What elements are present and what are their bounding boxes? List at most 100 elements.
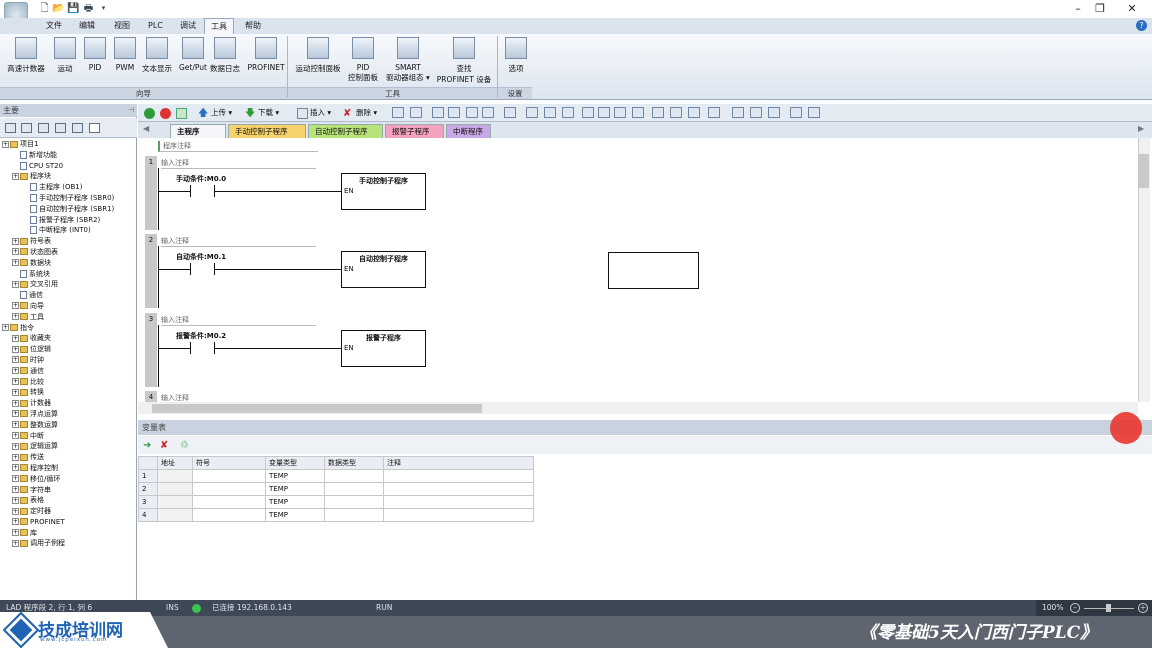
tree-item[interactable]: 通信: [2, 290, 114, 301]
tree-item[interactable]: + 符号表: [2, 236, 114, 247]
horizontal-scroll-thumb[interactable]: [152, 404, 482, 413]
refresh-icon[interactable]: ♲: [180, 440, 191, 451]
upload-button[interactable]: 🡅 上传 ▾: [198, 106, 232, 120]
toolbar-tool-22-icon[interactable]: [808, 107, 820, 118]
data-type-cell[interactable]: [324, 469, 384, 483]
comment-cell[interactable]: [383, 482, 534, 496]
tree-item[interactable]: 新增功能: [2, 150, 114, 161]
delete-row-icon[interactable]: ✘: [160, 440, 171, 451]
tree-item[interactable]: + 通信: [2, 366, 114, 377]
toolbar-tool-5-icon[interactable]: [482, 107, 494, 118]
menu-2[interactable]: 视图: [108, 18, 136, 34]
tree-item[interactable]: + 状态图表: [2, 247, 114, 258]
tree-item[interactable]: + 指令: [2, 323, 114, 334]
tree-item[interactable]: + 浮点运算: [2, 409, 114, 420]
comment-cell[interactable]: [383, 469, 534, 483]
expand-icon[interactable]: +: [12, 421, 19, 429]
tree-item[interactable]: CPU ST20: [2, 161, 114, 172]
tree-item[interactable]: + 比较: [2, 377, 114, 388]
expand-icon[interactable]: +: [12, 280, 19, 288]
tab-2[interactable]: 自动控制子程序: [308, 124, 383, 138]
data-type-cell[interactable]: [324, 508, 384, 522]
tab-3[interactable]: 报警子程序: [385, 124, 444, 138]
expand-icon[interactable]: +: [12, 410, 19, 418]
data-type-cell[interactable]: [324, 482, 384, 496]
toolbar-tool-15-icon[interactable]: [670, 107, 682, 118]
toolbar-tool-3-icon[interactable]: [448, 107, 460, 118]
tree-view-icon[interactable]: [5, 123, 16, 133]
toolbar-tool-2-icon[interactable]: [432, 107, 444, 118]
ribbon-0-1-button[interactable]: 运动: [52, 37, 78, 87]
expand-icon[interactable]: +: [12, 302, 19, 310]
tree-item[interactable]: 自动控制子程序 (SBR1): [2, 204, 114, 215]
toolbar-tool-4-icon[interactable]: [466, 107, 478, 118]
tab-scroll-left-icon[interactable]: ◀: [143, 124, 149, 133]
contact-left[interactable]: [190, 342, 191, 354]
ribbon-0-7-button[interactable]: PROFINET: [246, 37, 286, 87]
expand-icon[interactable]: +: [12, 453, 19, 461]
network-comment[interactable]: 输入注释: [161, 236, 316, 247]
toolbar-tool-10-icon[interactable]: [582, 107, 594, 118]
subroutine-call-box[interactable]: 报警子程序 EN: [341, 330, 426, 367]
tab-4[interactable]: 中断程序: [446, 124, 491, 138]
data-type-cell[interactable]: [324, 495, 384, 509]
menu-4[interactable]: 调试: [174, 18, 202, 34]
expand-icon[interactable]: +: [12, 334, 19, 342]
expand-icon[interactable]: +: [12, 172, 19, 180]
expand-icon[interactable]: +: [12, 378, 19, 386]
toolbar-tool-19-icon[interactable]: [750, 107, 762, 118]
vertical-scroll-thumb[interactable]: [1138, 154, 1149, 188]
tree-item[interactable]: + 时钟: [2, 355, 114, 366]
expand-icon[interactable]: +: [12, 367, 19, 375]
tree-item[interactable]: + 位逻辑: [2, 344, 114, 355]
symbol-cell[interactable]: [192, 469, 266, 483]
tree-item[interactable]: + 收藏夹: [2, 333, 114, 344]
tree-item[interactable]: + 调用子例程: [2, 538, 114, 549]
run-icon[interactable]: [144, 106, 157, 120]
network-comment[interactable]: 输入注释: [161, 158, 316, 169]
program-comment[interactable]: 程序注释: [158, 141, 318, 152]
toolbar-tool-6-icon[interactable]: [504, 107, 516, 118]
table-row[interactable]: 3 TEMP: [138, 495, 534, 509]
menu-1[interactable]: 编辑: [73, 18, 101, 34]
expand-icon[interactable]: +: [12, 464, 19, 472]
network-comment[interactable]: 输入注释: [161, 315, 316, 326]
menu-0[interactable]: 文件: [40, 18, 68, 34]
tree-props-icon[interactable]: [38, 123, 49, 133]
tab-1[interactable]: 手动控制子程序: [228, 124, 306, 138]
tab-0[interactable]: 主程序: [170, 124, 226, 138]
ribbon-0-2-button[interactable]: PID: [82, 37, 108, 87]
ribbon-1-3-button[interactable]: 查找 PROFINET 设备: [436, 37, 492, 87]
subroutine-call-box[interactable]: 自动控制子程序 EN: [341, 251, 426, 288]
symbol-cell[interactable]: [192, 508, 266, 522]
ribbon-0-6-button[interactable]: 数据日志: [208, 37, 242, 87]
toolbar-tool-17-icon[interactable]: [708, 107, 720, 118]
expand-icon[interactable]: +: [12, 313, 19, 321]
expand-icon[interactable]: +: [12, 248, 19, 256]
open-folder-icon[interactable]: 📂: [52, 2, 65, 15]
expand-icon[interactable]: +: [12, 432, 19, 440]
tree-item[interactable]: + 计数器: [2, 398, 114, 409]
pin-icon[interactable]: ⊣: [128, 106, 134, 114]
toolbar-tool-13-icon[interactable]: [632, 107, 644, 118]
symbol-cell[interactable]: [192, 482, 266, 496]
stop-icon[interactable]: [160, 106, 173, 120]
expand-icon[interactable]: +: [12, 518, 19, 526]
toolbar-tool-9-icon[interactable]: [562, 107, 574, 118]
insert-button[interactable]: 插入 ▾: [297, 106, 331, 120]
tree-item[interactable]: + 程序控制: [2, 463, 114, 474]
expand-icon[interactable]: +: [12, 237, 19, 245]
expand-icon[interactable]: +: [2, 140, 9, 148]
help-icon[interactable]: ?: [1136, 20, 1147, 31]
tree-item[interactable]: + 定时器: [2, 506, 114, 517]
toolbar-tool-20-icon[interactable]: [768, 107, 780, 118]
tree-item[interactable]: + 移位/循环: [2, 474, 114, 485]
zoom-slider-thumb[interactable]: [1106, 604, 1111, 612]
ribbon-1-2-button[interactable]: SMART 驱动器组态 ▾: [382, 37, 434, 87]
expand-icon[interactable]: +: [12, 388, 19, 396]
expand-icon[interactable]: +: [12, 399, 19, 407]
save-icon[interactable]: 💾: [67, 2, 80, 15]
tree-item[interactable]: + 数据块: [2, 258, 114, 269]
toolbar-tool-11-icon[interactable]: [598, 107, 610, 118]
tab-scroll-right-icon[interactable]: ▶: [1138, 124, 1144, 133]
